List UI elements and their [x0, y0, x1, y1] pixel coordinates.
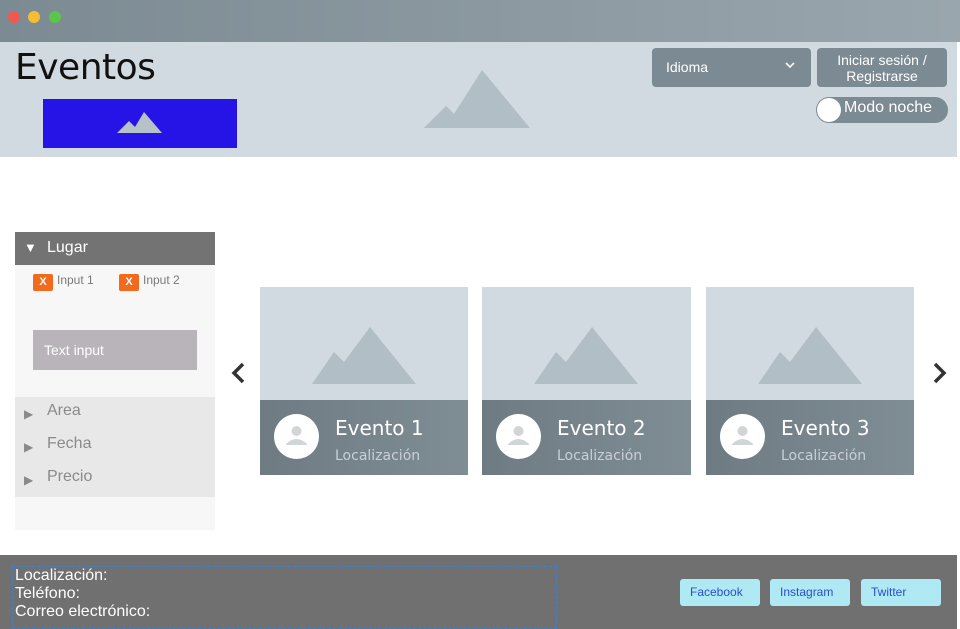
twitter-button[interactable]: Twitter — [861, 579, 941, 606]
banner-image-placeholder-icon — [424, 70, 530, 128]
window-titlebar — [0, 0, 960, 42]
facebook-button[interactable]: Facebook — [680, 579, 760, 606]
event-image-placeholder-icon — [534, 327, 638, 384]
user-icon — [286, 426, 307, 445]
event-location: Localización — [557, 448, 643, 464]
night-mode-toggle[interactable]: Modo noche — [816, 97, 948, 123]
event-title: Evento 1 — [335, 416, 424, 440]
toggle-knob — [817, 98, 841, 122]
chevron-down-icon — [785, 62, 795, 69]
event-card-footer: Evento 2 Localización — [482, 400, 691, 475]
event-card-3[interactable]: Evento 3 Localización — [706, 287, 914, 475]
filter-section-precio[interactable]: ▶ Precio — [15, 468, 215, 498]
contact-info: Localización: Teléfono: Correo electróni… — [12, 566, 557, 629]
remove-chip-button[interactable]: X — [33, 274, 53, 291]
avatar — [274, 414, 319, 459]
login-register-button[interactable]: Iniciar sesión / Registrarse — [817, 48, 947, 87]
carousel-prev-arrow-icon[interactable] — [227, 356, 251, 390]
chip-label: Input 2 — [143, 273, 180, 287]
avatar — [496, 414, 541, 459]
event-card-footer: Evento 1 Localización — [260, 400, 468, 475]
carousel-next-arrow-icon[interactable] — [927, 356, 951, 390]
event-image-placeholder-icon — [758, 327, 862, 384]
contact-email-label: Correo electrónico: — [15, 603, 151, 620]
collapsed-triangle-icon: ▶ — [24, 440, 34, 454]
event-card-footer: Evento 3 Localización — [706, 400, 914, 475]
filter-section-title: Lugar — [47, 239, 88, 256]
filter-section-lugar[interactable]: ▼ Lugar — [15, 232, 215, 265]
filter-section-area[interactable]: ▶ Area — [15, 402, 215, 432]
page-footer: Localización: Teléfono: Correo electróni… — [0, 555, 957, 629]
night-mode-label: Modo noche — [844, 99, 933, 116]
event-location: Localización — [335, 448, 421, 464]
filter-text-input[interactable] — [33, 330, 197, 370]
remove-chip-button[interactable]: X — [119, 274, 139, 291]
filter-row-label: Area — [47, 402, 81, 419]
minimize-window-button[interactable] — [28, 11, 40, 23]
maximize-window-button[interactable] — [49, 11, 61, 23]
filter-chip-1: X Input 1 — [33, 271, 99, 293]
contact-location-label: Localización: — [15, 567, 108, 584]
language-select[interactable]: Idioma — [652, 48, 811, 87]
user-icon — [732, 426, 753, 445]
contact-phone-label: Teléfono: — [15, 585, 80, 602]
language-select-value: Idioma — [666, 59, 709, 75]
collapsed-triangle-icon: ▶ — [24, 407, 34, 421]
filter-row-label: Precio — [47, 468, 93, 485]
close-window-button[interactable] — [8, 11, 20, 23]
chip-label: Input 1 — [57, 273, 94, 287]
filter-chip-2: X Input 2 — [119, 271, 185, 293]
page-title: Eventos — [15, 47, 156, 88]
filter-panel: ▼ Lugar X Input 1 X Input 2 ▶ Area ▶ Fec… — [15, 232, 215, 530]
event-card-1[interactable]: Evento 1 Localización — [260, 287, 468, 475]
image-placeholder-icon — [117, 112, 162, 133]
collapsed-triangle-icon: ▶ — [24, 473, 34, 487]
avatar — [720, 414, 765, 459]
collapsed-filter-list: ▶ Area ▶ Fecha ▶ Precio — [15, 397, 215, 497]
event-title: Evento 3 — [781, 416, 870, 440]
event-card-2[interactable]: Evento 2 Localización — [482, 287, 691, 475]
event-location: Localización — [781, 448, 867, 464]
event-title: Evento 2 — [557, 416, 646, 440]
user-icon — [508, 426, 529, 445]
logo-image-placeholder — [43, 99, 237, 148]
filter-row-label: Fecha — [47, 435, 92, 452]
filter-section-fecha[interactable]: ▶ Fecha — [15, 435, 215, 465]
page-header: Eventos Idioma Iniciar sesión / Registra… — [0, 42, 957, 157]
event-image-placeholder-icon — [312, 327, 416, 384]
instagram-button[interactable]: Instagram — [770, 579, 850, 606]
expanded-triangle-icon: ▼ — [24, 240, 37, 255]
